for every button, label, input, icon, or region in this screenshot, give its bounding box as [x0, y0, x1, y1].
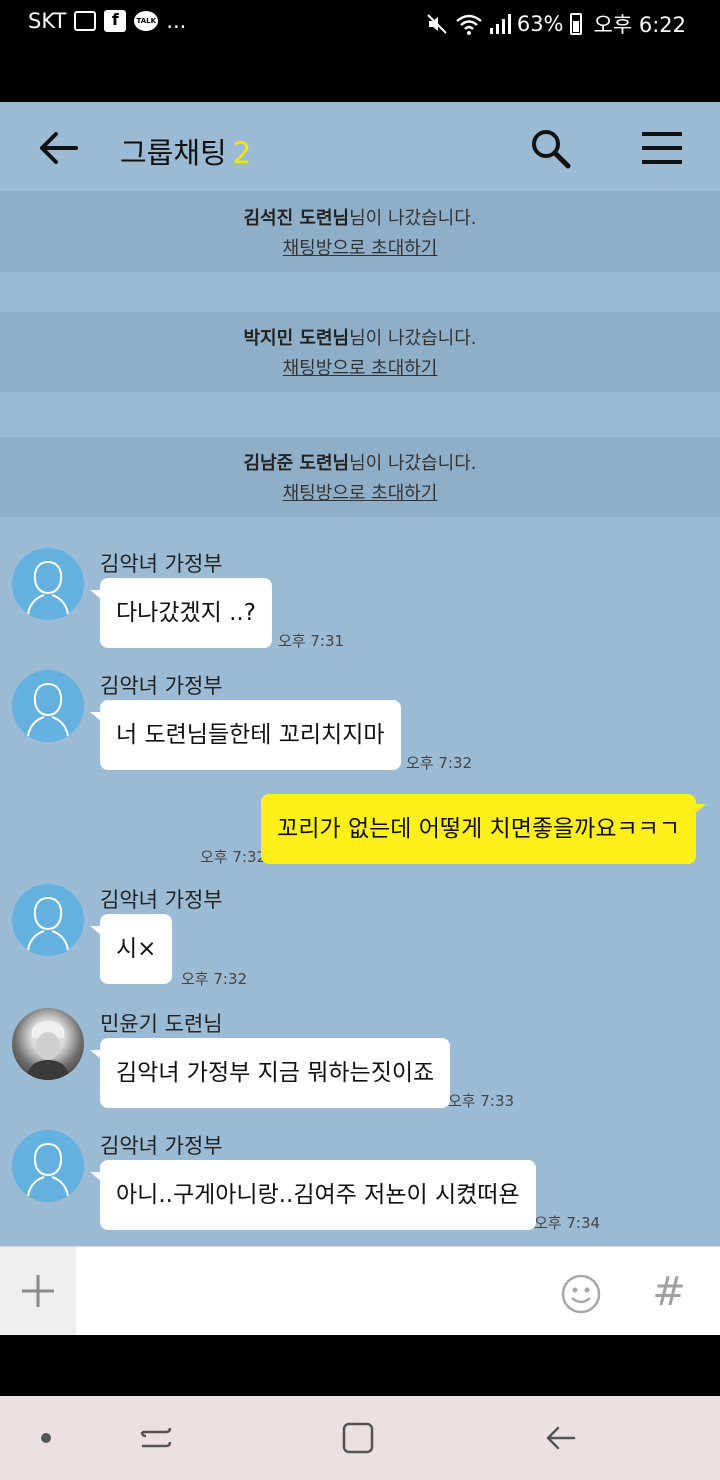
menu-icon[interactable] — [640, 128, 684, 168]
invite-link[interactable]: 채팅방으로 초대하기 — [283, 354, 438, 380]
facebook-icon: f — [104, 10, 127, 32]
message-time: 오후 7:34 — [534, 1214, 601, 1232]
emoticon-icon[interactable] — [560, 1273, 602, 1315]
avatar[interactable] — [12, 548, 84, 620]
chat-header: 그룹채팅 2 — [0, 102, 720, 192]
sender-name: 김악녀 가정부 — [100, 674, 223, 698]
avatar-photo[interactable] — [12, 1008, 84, 1080]
sender-name: 민윤기 도련님 — [100, 1012, 223, 1036]
message-time: 오후 7:33 — [448, 1092, 515, 1110]
image-icon — [74, 11, 97, 31]
leave-notice: 박지민 도련님님이 나갔습니다. 채팅방으로 초대하기 — [0, 312, 720, 392]
more-notifications-label: ... — [166, 9, 187, 33]
leave-notice: 김석진 도련님님이 나갔습니다. 채팅방으로 초대하기 — [0, 192, 720, 272]
invite-link[interactable]: 채팅방으로 초대하기 — [283, 234, 438, 260]
default-profile-icon — [27, 1142, 69, 1197]
message-bubble[interactable]: 너 도련님들한테 꼬리치지마 — [90, 700, 401, 770]
sender-name: 김악녀 가정부 — [100, 552, 223, 576]
navigation-bar — [0, 1396, 720, 1480]
message-time: 오후 7:32 — [406, 754, 473, 772]
status-bar-left: SKT f TALK ... — [28, 9, 186, 33]
nav-dot-icon[interactable] — [26, 1418, 66, 1458]
kakaotalk-icon: TALK — [134, 11, 159, 31]
message-time: 오후 7:31 — [278, 632, 345, 650]
sender-name: 김악녀 가정부 — [100, 888, 223, 912]
default-profile-icon — [27, 896, 69, 951]
attach-button[interactable] — [0, 1247, 76, 1335]
chat-room: 그룹채팅 2 김석진 도련님님이 나갔습니다. 채팅방으로 초대하기 박지민 도련… — [0, 102, 720, 1335]
message-input-bar: # — [0, 1246, 720, 1335]
top-black-area — [0, 44, 720, 102]
message-bubble[interactable]: 김악녀 가정부 지금 뭐하는짓이죠 — [89, 1038, 451, 1108]
my-message-bubble[interactable]: 꼬리가 없는데 어떻게 치면좋을까요ㅋㅋㄱ — [261, 794, 706, 864]
default-profile-icon — [27, 682, 69, 737]
battery-icon — [569, 13, 582, 35]
message-time: 오후 7:32 — [181, 970, 248, 988]
plus-icon — [22, 1275, 54, 1307]
leave-notice: 김남준 도련님님이 나갔습니다. 채팅방으로 초대하기 — [0, 437, 720, 517]
message-bubble[interactable]: 아니..구게아니랑..김여주 저뇬이 시켰떠욘 — [90, 1160, 536, 1230]
notice-text: 박지민 도련님님이 나갔습니다. — [243, 328, 477, 349]
chat-title: 그룹채팅 2 — [120, 130, 251, 172]
back-arrow-icon[interactable] — [36, 126, 80, 170]
hashtag-search-button[interactable]: # — [646, 1267, 692, 1317]
avatar[interactable] — [12, 670, 84, 742]
search-icon[interactable] — [528, 126, 572, 170]
member-count: 2 — [232, 136, 252, 170]
message-time: 오후 7:32 — [200, 848, 267, 866]
home-icon[interactable] — [338, 1418, 378, 1458]
chat-title-text: 그룹채팅 — [120, 136, 227, 170]
sender-name: 김악녀 가정부 — [100, 1134, 223, 1158]
message-bubble[interactable]: 다나갔겠지 ..? — [90, 578, 272, 648]
recent-apps-icon[interactable] — [136, 1418, 176, 1458]
avatar[interactable] — [12, 1130, 84, 1202]
notice-text: 김석진 도련님님이 나갔습니다. — [243, 208, 477, 229]
notice-text: 김남준 도련님님이 나갔습니다. — [243, 453, 477, 474]
carrier-label: SKT — [28, 9, 67, 33]
status-bar-right: 63% 오후 6:22 — [425, 9, 686, 39]
status-bar: SKT f TALK ... 63% 오후 6:22 — [0, 0, 720, 44]
mute-icon — [427, 14, 447, 34]
message-bubble[interactable]: 시× — [89, 914, 173, 984]
bottom-black-area — [0, 1335, 720, 1396]
profile-photo — [26, 1021, 70, 1080]
signal-icon — [489, 14, 511, 34]
wifi-icon — [456, 14, 482, 35]
message-input[interactable] — [88, 1263, 528, 1319]
back-icon[interactable] — [540, 1418, 580, 1458]
avatar[interactable] — [12, 884, 84, 956]
clock: 오후 6:22 — [593, 13, 686, 37]
default-profile-icon — [27, 560, 69, 615]
invite-link[interactable]: 채팅방으로 초대하기 — [283, 479, 438, 505]
battery-percent: 63% — [516, 12, 564, 36]
